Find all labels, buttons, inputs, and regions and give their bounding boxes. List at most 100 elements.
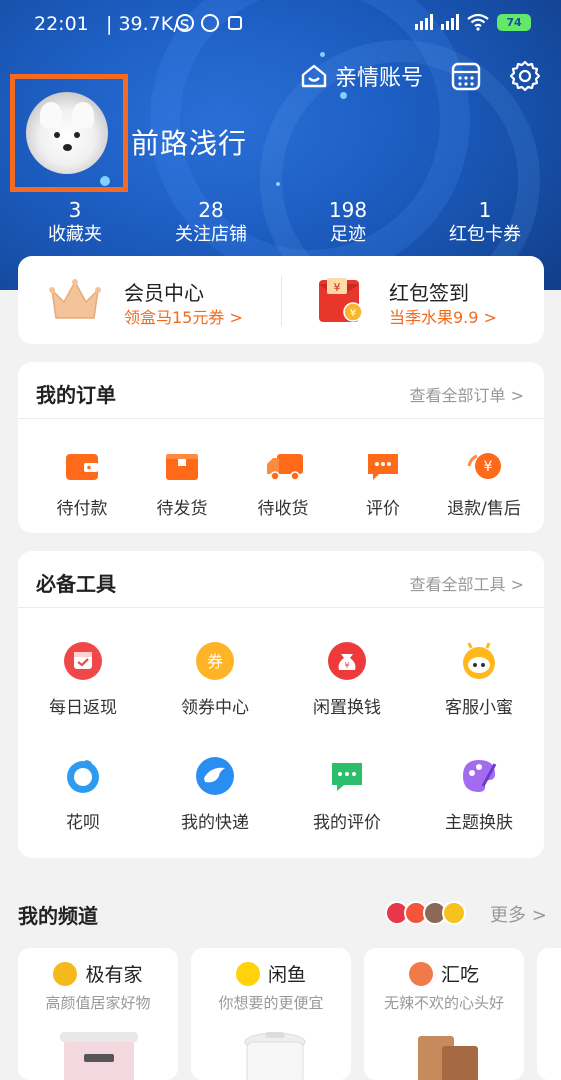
order-label: 待收货: [257, 499, 309, 519]
orders-title: 我的订单: [36, 383, 116, 407]
svg-text:¥: ¥: [344, 661, 349, 670]
username[interactable]: 前路浅行: [131, 122, 247, 162]
view-all-orders-link[interactable]: 查看全部订单 >: [410, 382, 525, 406]
tool-coupon-center[interactable]: 券 领券中心: [163, 641, 267, 718]
channel-subtitle: 高颜值居家好物: [45, 994, 151, 1012]
channel-card-jiyoujia[interactable]: 极有家 高颜值居家好物: [18, 948, 178, 1080]
stat-followed-shops[interactable]: 28 关注店铺: [166, 198, 256, 248]
order-label: 待付款: [56, 499, 108, 519]
money-bag-icon: ¥: [327, 641, 367, 681]
avatar[interactable]: [26, 92, 108, 174]
tool-theme-skin[interactable]: 主题换肤: [427, 756, 531, 833]
tool-label: 我的评价: [313, 813, 381, 833]
stew-pot-product-image: [244, 1032, 306, 1080]
tool-label: 花呗: [66, 813, 100, 833]
avatar-dog-ear: [72, 102, 94, 128]
settings-gear-icon[interactable]: [509, 60, 541, 92]
stat-label: 收藏夹: [48, 224, 102, 245]
channel-card-huichi[interactable]: 汇吃 无辣不欢的心头好: [364, 948, 524, 1080]
tool-customer-service[interactable]: 客服小蜜: [427, 641, 531, 718]
essential-tools-card: 必备工具 查看全部工具 > 每日返现 券 领券中心 ¥ 闲置换钱 客服小蜜 花呗…: [18, 551, 544, 858]
message-icon: [327, 756, 367, 796]
profile-header: 22:01 | 39.7K/s 74 亲情账号 前路浅行 3 收藏夹 28 关注…: [0, 0, 561, 290]
channel-name: 闲鱼: [267, 964, 306, 986]
avatar-dog-ear: [40, 102, 62, 128]
stat-label: 红包卡券: [449, 224, 521, 245]
tool-my-reviews[interactable]: 我的评价: [295, 756, 399, 833]
huabei-icon: [63, 756, 103, 796]
header-dot: [340, 92, 347, 99]
jiyoujia-icon: [53, 961, 78, 986]
tool-my-express[interactable]: 我的快递: [163, 756, 267, 833]
calendar-cashback-icon: [63, 641, 103, 681]
order-to-review[interactable]: 评价: [331, 450, 435, 519]
red-packet-icon: ¥¥: [319, 278, 363, 322]
channel-badges: [385, 901, 466, 925]
tools-title: 必备工具: [36, 572, 116, 596]
calendar-icon[interactable]: [451, 61, 481, 91]
order-to-ship[interactable]: 待发货: [130, 450, 234, 519]
member-center-subtitle: 领盒马15元券 >: [124, 308, 243, 327]
stat-label: 足迹: [330, 224, 366, 245]
channel-name: 汇吃: [440, 964, 479, 986]
package-icon: [164, 450, 200, 482]
tool-sell-idle[interactable]: ¥ 闲置换钱: [295, 641, 399, 718]
status-time: 22:01: [34, 13, 89, 35]
snack-product-image: [418, 1036, 478, 1080]
my-channels-title: 我的频道: [18, 904, 98, 928]
header-dot: [320, 52, 325, 57]
stat-footprints[interactable]: 198 足迹: [318, 198, 378, 248]
order-refund-aftersale[interactable]: ¥ 退款/售后: [432, 450, 536, 519]
channel-badge-icon: [442, 901, 466, 925]
stat-coupons[interactable]: 1 红包卡券: [440, 198, 530, 248]
crown-icon: [49, 279, 101, 319]
tool-label: 我的快递: [181, 813, 249, 833]
family-account-button[interactable]: 亲情账号: [301, 60, 423, 92]
divider: [18, 418, 544, 419]
stat-value: 198: [328, 198, 368, 222]
mute-icon: [176, 14, 194, 32]
channel-name: 极有家: [85, 964, 143, 986]
stat-value: 1: [478, 198, 492, 222]
svg-text:¥: ¥: [350, 308, 356, 319]
vip-card: 会员中心 领盒马15元券 > ¥ ¥ 红包签到 当季水果9.9 >: [18, 256, 544, 344]
tool-daily-cashback[interactable]: 每日返现: [31, 641, 135, 718]
bird-express-icon: [195, 756, 235, 796]
avatar-dog-eye: [74, 132, 80, 138]
channel-card-xianyu[interactable]: 闲鱼 你想要的更便宜: [191, 948, 351, 1080]
tool-huabei[interactable]: 花呗: [31, 756, 135, 833]
view-all-tools-link[interactable]: 查看全部工具 >: [410, 571, 525, 595]
refund-icon: ¥: [466, 450, 502, 482]
order-pending-payment[interactable]: 待付款: [30, 450, 134, 519]
header-dot: [276, 182, 280, 186]
slow-cooker-product-image: [60, 1032, 138, 1080]
avatar-dog-nose: [63, 144, 72, 151]
channel-subtitle: 你想要的更便宜: [218, 994, 324, 1012]
redpacket-title: 红包签到: [389, 281, 469, 305]
my-orders-card: 我的订单 查看全部订单 > 待付款 待发货 待收货 评价 ¥ 退款/售后: [18, 362, 544, 533]
comment-icon: [365, 450, 401, 482]
app-notification-icon: [228, 16, 242, 30]
more-channels-link[interactable]: 更多 >: [490, 901, 547, 927]
alarm-icon: [201, 14, 219, 32]
order-label: 评价: [366, 499, 400, 519]
signal-icon: [415, 14, 433, 30]
battery-icon: 74: [497, 13, 531, 31]
redpacket-checkin-entry[interactable]: ¥ ¥ 红包签到 当季水果9.9 >: [281, 256, 544, 344]
svg-text:券: 券: [207, 652, 223, 671]
tool-label: 主题换肤: [445, 813, 513, 833]
wifi-icon: [467, 13, 489, 31]
status-bar: 22:01 | 39.7K/s 74: [0, 0, 561, 46]
channel-card-partial[interactable]: [537, 948, 561, 1080]
xianyu-icon: [235, 961, 260, 986]
svg-text:¥: ¥: [484, 459, 493, 475]
order-to-receive[interactable]: 待收货: [231, 450, 335, 519]
divider: [18, 607, 544, 608]
stat-favorites[interactable]: 3 收藏夹: [40, 198, 110, 248]
member-center-entry[interactable]: 会员中心 领盒马15元券 >: [18, 256, 281, 344]
tool-label: 闲置换钱: [313, 698, 381, 718]
home-icon: [301, 64, 327, 88]
truck-icon: [265, 450, 303, 482]
wallet-icon: [64, 450, 100, 482]
tool-label: 每日返现: [49, 698, 117, 718]
